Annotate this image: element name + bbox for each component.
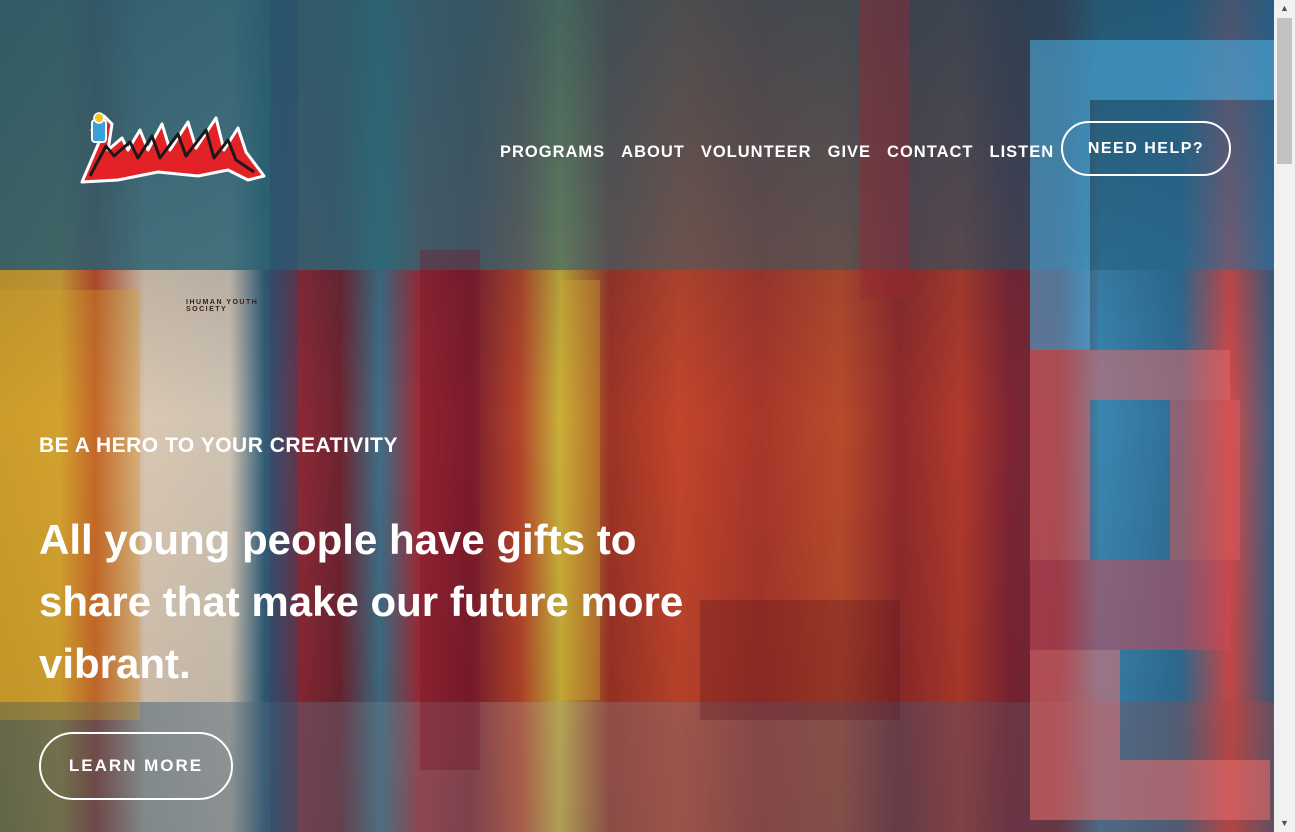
need-help-button[interactable]: NEED HELP? [1061,121,1231,176]
logo-caption: IHUMAN YOUTH SOCIETY [186,299,259,313]
scroll-down-arrow-icon[interactable]: ▼ [1274,815,1295,832]
nav-programs[interactable]: PROGRAMS [500,143,605,162]
vertical-scrollbar[interactable]: ▲ ▼ [1274,0,1295,832]
site-logo[interactable]: IHUMAN YOUTH SOCIETY [78,110,273,313]
nav-volunteer[interactable]: VOLUNTEER [701,143,812,162]
nav-listen[interactable]: LISTEN [989,143,1054,162]
hero-headline: All young people have gifts to share tha… [39,516,684,687]
learn-more-button[interactable]: LEARN MORE [39,732,233,800]
paint-streak [700,600,900,720]
nav-give[interactable]: GIVE [828,143,871,162]
paint-streak [270,0,298,832]
main-nav: PROGRAMS ABOUT VOLUNTEER GIVE CONTACT LI… [500,143,1070,162]
nav-about[interactable]: ABOUT [621,143,685,162]
scrollbar-thumb[interactable] [1277,18,1292,164]
scroll-up-arrow-icon[interactable]: ▲ [1274,0,1295,17]
nav-contact[interactable]: CONTACT [887,143,973,162]
hero-eyebrow: BE A HERO TO YOUR CREATIVITY [39,434,398,457]
ihuman-graffiti-logo-icon [80,112,266,184]
